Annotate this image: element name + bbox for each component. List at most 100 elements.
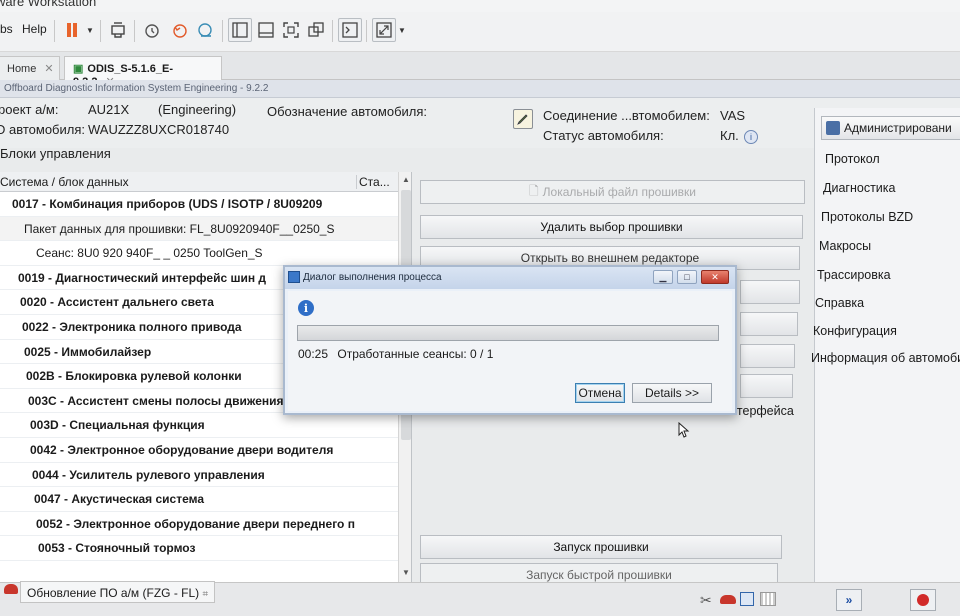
vehicle-status-icon[interactable]: [720, 595, 736, 604]
tab-odis[interactable]: ▣ODIS_S-5.1.6_E-9.2.2✕: [64, 56, 222, 88]
pause-icon[interactable]: [60, 18, 84, 42]
project-value: AU21X: [88, 102, 130, 117]
tree-row[interactable]: 0052 - Электронное оборудование двери пе…: [0, 512, 398, 537]
nav-help[interactable]: Справка: [815, 296, 864, 310]
administration-button[interactable]: Администрировани: [821, 116, 960, 140]
tree-row[interactable]: 003D - Специальная функция: [0, 413, 398, 438]
full-screen-icon[interactable]: [279, 18, 303, 42]
pause-dropdown-icon[interactable]: ▼: [86, 26, 94, 35]
nav-protocol[interactable]: Протокол: [825, 152, 880, 166]
tree-row-label: 0053 - Стояночный тормоз: [38, 541, 196, 556]
vm-icon: ▣: [73, 63, 84, 75]
close-icon[interactable]: ✕: [701, 270, 729, 284]
vmware-tab-bar: Home ✕ ▣ODIS_S-5.1.6_E-9.2.2✕: [0, 52, 960, 88]
nav-bzd-protocols[interactable]: Протоколы BZD: [821, 210, 913, 224]
cancel-button[interactable]: Отмена: [575, 383, 625, 403]
menu-item-tabs[interactable]: bs: [0, 22, 13, 36]
tree-row[interactable]: 0044 - Усилитель рулевого управления: [0, 463, 398, 488]
vmware-title-bar: ware Workstation: [0, 0, 960, 12]
stretch-view-icon[interactable]: [372, 18, 396, 42]
status-tab-label: Обновление ПО а/м (FZG - FL): [27, 586, 200, 600]
vehicle-status-label: Статус автомобиля:: [543, 128, 664, 143]
scroll-up-icon[interactable]: ▲: [402, 175, 410, 184]
sessions-status: Отработанные сеансы: 0 / 1: [337, 347, 494, 361]
progress-bar: [297, 325, 719, 341]
vin-value: WAUZZZ8UXCR018740: [88, 122, 230, 137]
console-view-icon[interactable]: [338, 18, 362, 42]
menu-item-help[interactable]: Help: [22, 22, 47, 36]
column-header-status[interactable]: Ста...: [356, 175, 390, 189]
snapshot-manager-icon[interactable]: [194, 18, 218, 42]
tree-row-label: Пакет данных для прошивки: FL_8U0920940F…: [24, 221, 335, 236]
vmware-toolbar: bs Help ▼ ▼: [0, 12, 960, 52]
status-tab[interactable]: Обновление ПО а/м (FZG - FL) ⌗: [20, 581, 216, 603]
tree-header: Система / блок данных Ста...: [0, 172, 398, 192]
tree-row-label: 0017 - Комбинация приборов (UDS / ISOTP …: [12, 197, 323, 211]
connection-value: VAS: [720, 108, 746, 123]
start-flash-button[interactable]: Запуск прошивки: [420, 535, 782, 559]
details-button[interactable]: Details >>: [632, 383, 712, 403]
tree-row[interactable]: 0053 - Стояночный тормоз: [0, 536, 398, 561]
snapshot-icon[interactable]: [140, 18, 164, 42]
dialog-status: 00:25 Отработанные сеансы: 0 / 1: [298, 347, 493, 361]
right-navigation-panel: Администрировани Протокол Диагностика Пр…: [811, 108, 960, 582]
vehicle-status-value: Кл.: [720, 128, 739, 143]
tree-row-label: 0042 - Электронное оборудование двери во…: [30, 442, 334, 457]
tree-row[interactable]: Сеанс: 8U0 920 940F_ _ 0250 ToolGen_S: [0, 241, 398, 266]
stop-icon[interactable]: [910, 589, 936, 611]
info-icon: i: [298, 300, 314, 316]
vmware-window-title: ware Workstation: [0, 0, 97, 9]
mouse-cursor-icon: [678, 421, 690, 441]
tab-home[interactable]: Home ✕: [0, 56, 60, 80]
maximize-icon[interactable]: □: [677, 270, 697, 284]
hidden-button-1[interactable]: [740, 280, 800, 304]
local-flash-file-button[interactable]: 🗋 Локальный файл прошивки: [420, 180, 805, 204]
nav-tracing[interactable]: Трассировка: [817, 268, 891, 282]
edit-vehicle-icon[interactable]: [513, 109, 533, 129]
stretch-dropdown-icon[interactable]: ▼: [398, 26, 406, 35]
tree-row-label: 0047 - Акустическая система: [34, 492, 205, 507]
check-icon[interactable]: [740, 592, 754, 606]
tree-row[interactable]: 0017 - Комбинация приборов (UDS / ISOTP …: [0, 192, 398, 217]
tree-row-label: 0044 - Усилитель рулевого управления: [32, 467, 265, 482]
odis-app-title: Offboard Diagnostic Information System E…: [4, 83, 269, 94]
tree-row-label: 0019 - Диагностический интерфейс шин д: [18, 270, 267, 285]
tree-row-label: 003D - Специальная функция: [30, 418, 205, 433]
hidden-button-2[interactable]: [740, 312, 798, 336]
thumbnail-bar-icon[interactable]: [254, 18, 278, 42]
hidden-button-4[interactable]: [740, 374, 793, 398]
tree-row-label: 003C - Ассистент смены полосы движения: [28, 393, 284, 408]
forward-icon[interactable]: »: [836, 589, 862, 611]
revert-snapshot-icon[interactable]: [168, 18, 192, 42]
nav-vehicle-info[interactable]: Информация об автомоби: [811, 351, 960, 365]
nav-macros[interactable]: Макросы: [819, 239, 871, 253]
send-keys-icon[interactable]: [106, 18, 130, 42]
control-units-heading: Блоки управления: [0, 146, 111, 161]
nav-configuration[interactable]: Конфигурация: [813, 324, 897, 338]
close-icon[interactable]: ✕: [44, 63, 53, 75]
admin-icon: [826, 121, 840, 135]
tree-row[interactable]: 0047 - Акустическая система: [0, 487, 398, 512]
status-tab-pin-icon[interactable]: ⌗: [203, 589, 209, 600]
vin-label: D автомобиля:: [0, 122, 86, 137]
grid-icon[interactable]: [760, 592, 776, 606]
nav-diagnostics[interactable]: Диагностика: [823, 181, 895, 195]
tree-row[interactable]: Пакет данных для прошивки: FL_8U0920940F…: [0, 216, 398, 242]
scroll-down-icon[interactable]: ▼: [402, 568, 410, 577]
odis-title-bar: Offboard Diagnostic Information System E…: [0, 80, 960, 98]
delete-flash-selection-button[interactable]: Удалить выбор прошивки: [420, 215, 803, 239]
unity-icon[interactable]: [304, 18, 328, 42]
column-header-system[interactable]: Система / блок данных: [0, 175, 129, 189]
show-library-icon[interactable]: [228, 18, 252, 42]
status-info-icon[interactable]: i: [744, 130, 758, 144]
dialog-title-bar[interactable]: Диалог выполнения процесса ▁ □ ✕: [285, 267, 735, 289]
tree-row-label: 0022 - Электроника полного привода: [22, 319, 242, 334]
dialog-title: Диалог выполнения процесса: [303, 272, 442, 283]
elapsed-time: 00:25: [298, 347, 329, 361]
hidden-button-3[interactable]: [740, 344, 795, 368]
designation-label: Обозначение автомобиля:: [267, 104, 428, 119]
car-icon: [4, 584, 18, 594]
tree-row[interactable]: 0042 - Электронное оборудование двери во…: [0, 438, 398, 463]
minimize-icon[interactable]: ▁: [653, 270, 673, 284]
tools-icon[interactable]: ✂: [700, 592, 712, 609]
